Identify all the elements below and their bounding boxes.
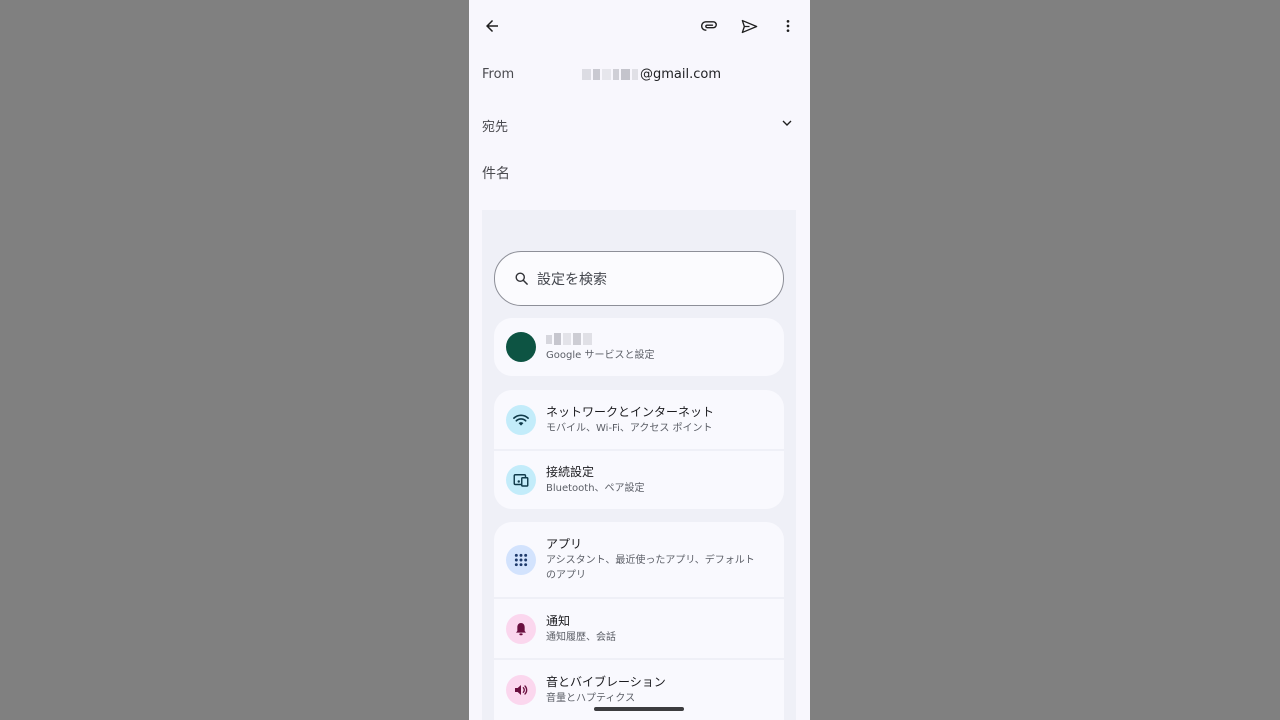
settings-item-title: アプリ bbox=[546, 537, 583, 551]
redacted-account-name bbox=[546, 331, 654, 347]
account-subtitle: Google サービスと設定 bbox=[546, 350, 655, 361]
subject-label: 件名 bbox=[482, 166, 510, 182]
search-icon bbox=[515, 272, 528, 285]
search-placeholder: 設定を検索 bbox=[537, 271, 607, 288]
settings-group-connectivity: ネットワークとインターネット モバイル、Wi-Fi、アクセス ポイント 接続設定… bbox=[494, 390, 784, 509]
settings-item-title: 接続設定 bbox=[546, 465, 595, 479]
embedded-settings-screenshot: 設定を検索 Google サービスと設定 ネットワークとインターネット モバイル… bbox=[482, 210, 796, 720]
send-icon bbox=[741, 19, 757, 33]
wifi-icon bbox=[506, 404, 536, 435]
from-label: From bbox=[482, 67, 515, 82]
settings-item-apps[interactable]: アプリ アシスタント、最近使ったアプリ、デフォルト のアプリ bbox=[494, 522, 784, 597]
settings-search-bar[interactable]: 設定を検索 bbox=[494, 251, 784, 306]
settings-item-subtitle: 音量とハプティクス bbox=[546, 693, 636, 704]
paperclip-icon bbox=[700, 21, 717, 31]
gesture-nav-handle[interactable] bbox=[594, 707, 684, 711]
compose-toolbar bbox=[469, 0, 810, 52]
chevron-down-icon bbox=[782, 120, 792, 126]
expand-recipients-button[interactable] bbox=[771, 107, 803, 139]
settings-item-subtitle-line-2: のアプリ bbox=[546, 570, 586, 581]
bell-icon bbox=[506, 613, 536, 644]
connected-devices-icon bbox=[506, 465, 536, 495]
avatar bbox=[506, 332, 536, 362]
more-options-button[interactable] bbox=[772, 10, 804, 42]
back-button[interactable] bbox=[476, 10, 508, 42]
settings-item-subtitle: 通知履歴、会話 bbox=[546, 631, 616, 643]
settings-item-connected-devices[interactable]: 接続設定 Bluetooth、ペア設定 bbox=[494, 449, 784, 509]
settings-item-subtitle: モバイル、Wi-Fi、アクセス ポイント bbox=[546, 422, 713, 434]
volume-icon bbox=[506, 675, 536, 705]
settings-item-title: ネットワークとインターネット bbox=[546, 404, 715, 419]
arrow-back-icon bbox=[486, 20, 498, 32]
to-label: 宛先 bbox=[482, 120, 509, 135]
apps-grid-icon bbox=[506, 544, 536, 575]
google-account-card[interactable]: Google サービスと設定 bbox=[494, 318, 784, 376]
phone-screen: From @gmail.com 宛先 件名 設定を検索 Google サービスと… bbox=[469, 0, 810, 720]
to-field[interactable]: 宛先 bbox=[482, 116, 782, 136]
subject-field[interactable]: 件名 bbox=[482, 163, 782, 185]
send-button[interactable] bbox=[733, 10, 765, 42]
settings-item-title: 通知 bbox=[546, 613, 571, 628]
attach-button[interactable] bbox=[694, 10, 726, 42]
from-field[interactable]: @gmail.com bbox=[582, 67, 721, 82]
settings-item-subtitle-line-1: アシスタント、最近使ったアプリ、デフォルト bbox=[546, 555, 755, 566]
from-email: @gmail.com bbox=[640, 67, 722, 82]
redacted-name bbox=[582, 69, 640, 80]
settings-item-notifications[interactable]: 通知 通知履歴、会話 bbox=[494, 597, 784, 658]
more-vert-icon bbox=[786, 20, 790, 32]
settings-item-network[interactable]: ネットワークとインターネット モバイル、Wi-Fi、アクセス ポイント bbox=[494, 390, 784, 449]
settings-item-title: 音とバイブレーション bbox=[546, 675, 666, 689]
settings-group-device: アプリ アシスタント、最近使ったアプリ、デフォルト のアプリ 通知 通知履歴、会… bbox=[494, 522, 784, 720]
settings-item-subtitle: Bluetooth、ペア設定 bbox=[546, 483, 645, 494]
